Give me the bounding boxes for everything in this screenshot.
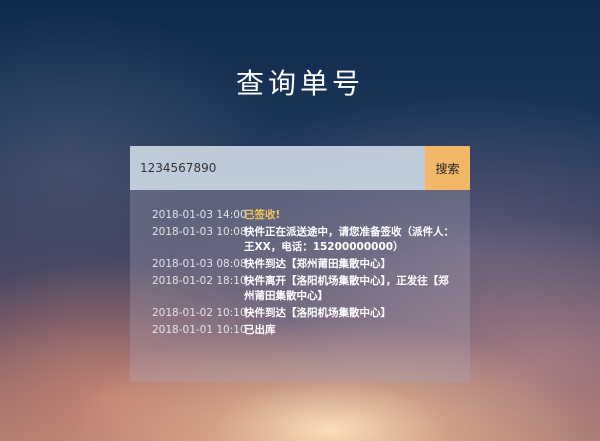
tracking-row: 2018-01-03 14:00 已签收! [144, 208, 456, 223]
tracking-row: 2018-01-01 10:10 已出库 [144, 323, 456, 338]
tracking-status: 已出库 [244, 324, 276, 336]
tracking-time: 2018-01-03 08:08 [152, 258, 247, 270]
tracking-status: 快件到达【洛阳机场集散中心】 [244, 307, 391, 319]
tracking-row: 2018-01-02 18:10 快件离开【洛阳机场集散中心】，正发往【郑州莆田… [144, 274, 456, 304]
tracking-status: 快件到达【郑州莆田集散中心】 [244, 258, 391, 270]
tracking-list: 2018-01-03 14:00 已签收! 2018-01-03 10:08 快… [144, 208, 456, 338]
tracking-number-input[interactable] [130, 146, 425, 190]
tracking-results-panel: 2018-01-03 14:00 已签收! 2018-01-03 10:08 快… [130, 190, 470, 382]
tracking-time: 2018-01-02 18:10 [152, 275, 247, 287]
tracking-row: 2018-01-02 10:10 快件到达【洛阳机场集散中心】 [144, 306, 456, 321]
tracking-time: 2018-01-03 10:08 [152, 226, 247, 238]
search-button[interactable]: 搜索 [425, 146, 470, 190]
tracking-row: 2018-01-03 08:08 快件到达【郑州莆田集散中心】 [144, 257, 456, 272]
tracking-status: 快件离开【洛阳机场集散中心】，正发往【郑州莆田集散中心】 [244, 275, 449, 302]
tracking-time: 2018-01-02 10:10 [152, 307, 247, 319]
tracking-status: 快件正在派送途中，请您准备签收（派件人：王XX，电话：15200000000） [244, 226, 454, 253]
tracking-time: 2018-01-01 10:10 [152, 324, 247, 336]
page-title: 查询单号 [235, 67, 364, 100]
tracking-row: 2018-01-03 10:08 快件正在派送途中，请您准备签收（派件人：王XX… [144, 225, 456, 255]
search-bar: 搜索 [130, 146, 470, 190]
tracking-status: 已签收! [244, 209, 281, 221]
tracking-time: 2018-01-03 14:00 [152, 209, 247, 221]
